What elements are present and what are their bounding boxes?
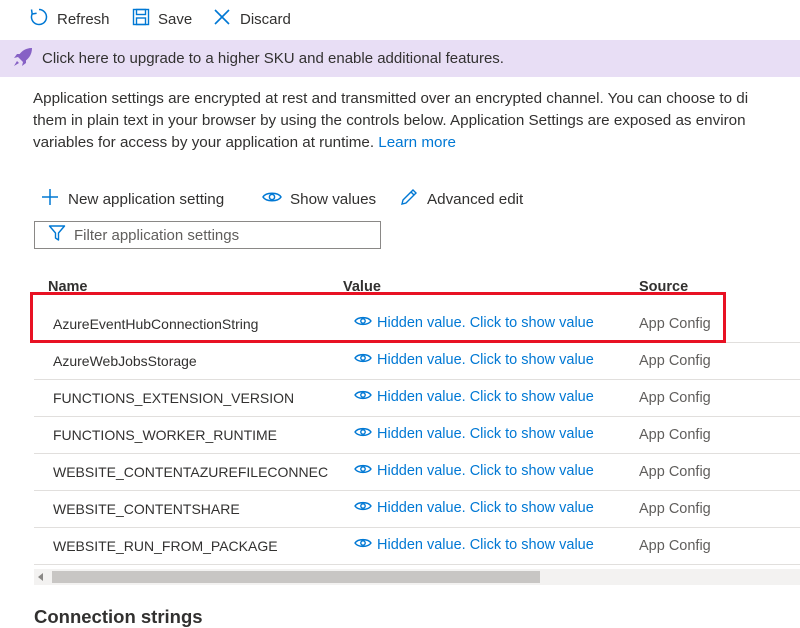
description-line-3: variables for access by your application… <box>33 132 800 154</box>
eye-icon <box>354 537 377 553</box>
upgrade-banner[interactable]: Click here to upgrade to a higher SKU an… <box>0 40 800 77</box>
show-value-link[interactable]: Hidden value. Click to show value <box>354 500 594 516</box>
setting-source: App Config <box>639 464 711 480</box>
setting-source: App Config <box>639 501 711 517</box>
filter-application-settings[interactable] <box>34 221 381 249</box>
setting-name[interactable]: AzureWebJobsStorage <box>53 353 328 369</box>
setting-source: App Config <box>639 427 711 443</box>
description-line-1: Application settings are encrypted at re… <box>33 90 749 107</box>
new-application-setting-label: New application setting <box>68 190 225 208</box>
table-row[interactable]: FUNCTIONS_EXTENSION_VERSION Hidden value.… <box>34 380 800 417</box>
show-value-link[interactable]: Hidden value. Click to show value <box>354 389 594 405</box>
discard-button[interactable]: Discard <box>212 6 291 32</box>
show-value-link[interactable]: Hidden value. Click to show value <box>354 426 594 442</box>
table-row[interactable]: AzureWebJobsStorage Hidden value. Click t… <box>34 343 800 380</box>
table-row[interactable]: WEBSITE_CONTENTAZUREFILECONNECTIONSTRING… <box>34 454 800 491</box>
hidden-value-text: Hidden value. Click to show value <box>377 352 594 368</box>
eye-icon <box>354 463 377 479</box>
save-label: Save <box>158 10 193 28</box>
description-line-2: them in plain text in your browser by us… <box>33 112 746 129</box>
hidden-value-text: Hidden value. Click to show value <box>377 463 594 479</box>
hidden-value-text: Hidden value. Click to show value <box>377 537 594 553</box>
setting-name[interactable]: FUNCTIONS_EXTENSION_VERSION <box>53 390 328 406</box>
save-icon <box>132 8 158 30</box>
save-button[interactable]: Save <box>132 6 192 32</box>
eye-icon <box>354 500 377 516</box>
show-value-link[interactable]: Hidden value. Click to show value <box>354 463 594 479</box>
eye-icon <box>262 190 290 208</box>
eye-icon <box>354 352 377 368</box>
horizontal-scrollbar[interactable] <box>34 569 800 585</box>
eye-icon <box>354 426 377 442</box>
highlight-box <box>30 292 726 343</box>
new-application-setting-button[interactable]: New application setting <box>40 186 224 212</box>
scrollbar-thumb[interactable] <box>52 571 540 583</box>
setting-name[interactable]: WEBSITE_CONTENTAZUREFILECONNECTIONSTRING <box>53 464 328 480</box>
show-values-button[interactable]: Show values <box>262 186 376 212</box>
pencil-icon <box>399 187 427 211</box>
refresh-button[interactable]: Refresh <box>29 6 110 32</box>
refresh-label: Refresh <box>57 10 110 28</box>
settings-description: Application settings are encrypted at re… <box>33 88 800 154</box>
connection-strings-heading: Connection strings <box>34 606 203 627</box>
setting-source: App Config <box>639 538 711 554</box>
show-value-link[interactable]: Hidden value. Click to show value <box>354 537 594 553</box>
discard-label: Discard <box>240 10 291 28</box>
funnel-icon <box>35 224 74 247</box>
upgrade-banner-text: Click here to upgrade to a higher SKU an… <box>42 50 504 67</box>
setting-name[interactable]: FUNCTIONS_WORKER_RUNTIME <box>53 427 328 443</box>
refresh-icon <box>29 7 57 31</box>
show-value-link[interactable]: Hidden value. Click to show value <box>354 352 594 368</box>
setting-source: App Config <box>639 390 711 406</box>
hidden-value-text: Hidden value. Click to show value <box>377 500 594 516</box>
setting-name[interactable]: WEBSITE_CONTENTSHARE <box>53 501 328 517</box>
plus-icon <box>40 187 68 211</box>
advanced-edit-button[interactable]: Advanced edit <box>399 186 523 212</box>
show-values-label: Show values <box>290 190 377 208</box>
eye-icon <box>354 389 377 405</box>
hidden-value-text: Hidden value. Click to show value <box>377 426 594 442</box>
scroll-left-arrow[interactable] <box>38 573 43 581</box>
table-row[interactable]: WEBSITE_CONTENTSHARE Hidden value. Click … <box>34 491 800 528</box>
setting-source: App Config <box>639 353 711 369</box>
setting-name[interactable]: WEBSITE_RUN_FROM_PACKAGE <box>53 538 328 554</box>
learn-more-link[interactable]: Learn more <box>378 134 456 151</box>
toolbar: Refresh Save Discard <box>0 0 800 38</box>
advanced-edit-label: Advanced edit <box>427 190 524 208</box>
rocket-icon <box>0 46 42 72</box>
close-icon <box>212 7 240 31</box>
filter-input[interactable] <box>74 226 364 244</box>
description-line-3-text: variables for access by your application… <box>33 134 375 151</box>
table-row[interactable]: FUNCTIONS_WORKER_RUNTIME Hidden value. Cl… <box>34 417 800 454</box>
hidden-value-text: Hidden value. Click to show value <box>377 389 594 405</box>
table-row[interactable]: WEBSITE_RUN_FROM_PACKAGE Hidden value. Cl… <box>34 528 800 565</box>
